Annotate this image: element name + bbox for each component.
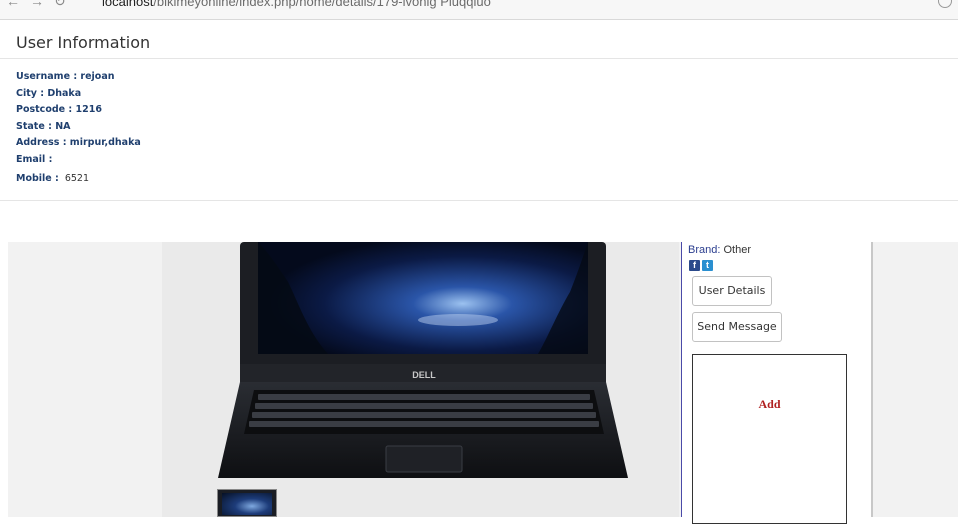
panel-title: User Information bbox=[16, 33, 151, 52]
url-path: /bikimeyonline/index.php/home/details/17… bbox=[153, 0, 491, 9]
ad-box: Add bbox=[692, 354, 847, 524]
footer-divider bbox=[0, 200, 958, 201]
postcode-row: Postcode : 1216 bbox=[16, 104, 102, 116]
laptop-image[interactable]: DELL bbox=[218, 242, 630, 480]
address-row: Address : mirpur,dhaka bbox=[16, 137, 141, 149]
social-share: f t bbox=[689, 260, 713, 271]
state-row: State : NA bbox=[16, 120, 71, 132]
facebook-icon[interactable]: f bbox=[689, 260, 700, 271]
browser-nav: ← → ↻ bbox=[6, 0, 76, 10]
brand-line: Brand: Other bbox=[688, 244, 751, 256]
city-row: City : Dhaka bbox=[16, 87, 82, 99]
address-bar[interactable]: localhost/bikimeyonline/index.php/home/d… bbox=[102, 0, 491, 9]
url-host: localhost bbox=[102, 0, 154, 9]
username-row: Username : rejoan bbox=[16, 71, 115, 82]
forward-arrow-icon[interactable]: → bbox=[30, 0, 44, 9]
title-divider bbox=[0, 58, 958, 59]
brand-label: Brand: bbox=[688, 244, 721, 256]
ad-label: Add bbox=[758, 397, 781, 411]
mobile-value: 6521 bbox=[64, 172, 90, 184]
extension-icon[interactable] bbox=[938, 0, 952, 8]
user-info-list: Username : rejoan City : Dhaka Postcode … bbox=[16, 69, 141, 187]
moon-reflection bbox=[418, 314, 498, 326]
laptop-touchpad bbox=[385, 445, 463, 473]
reload-icon[interactable]: ↻ bbox=[54, 0, 66, 9]
mobile-row: Mobile : 6521 bbox=[16, 171, 141, 188]
browser-toolbar: ← → ↻ localhost/bikimeyonline/index.php/ho… bbox=[0, 0, 958, 20]
product-thumbnail[interactable] bbox=[217, 489, 277, 517]
email-row: Email : bbox=[16, 153, 53, 165]
user-details-button[interactable]: User Details bbox=[692, 276, 772, 306]
brand-value: Other bbox=[723, 244, 751, 256]
send-message-button[interactable]: Send Message bbox=[692, 312, 782, 342]
user-info-panel: User Information Username : rejoan City … bbox=[0, 20, 958, 206]
twitter-icon[interactable]: t bbox=[702, 260, 713, 271]
mobile-label: Mobile : bbox=[16, 172, 59, 184]
thumbnail-screen bbox=[222, 493, 272, 515]
laptop-logo: DELL bbox=[412, 370, 436, 380]
back-arrow-icon[interactable]: ← bbox=[6, 0, 20, 9]
